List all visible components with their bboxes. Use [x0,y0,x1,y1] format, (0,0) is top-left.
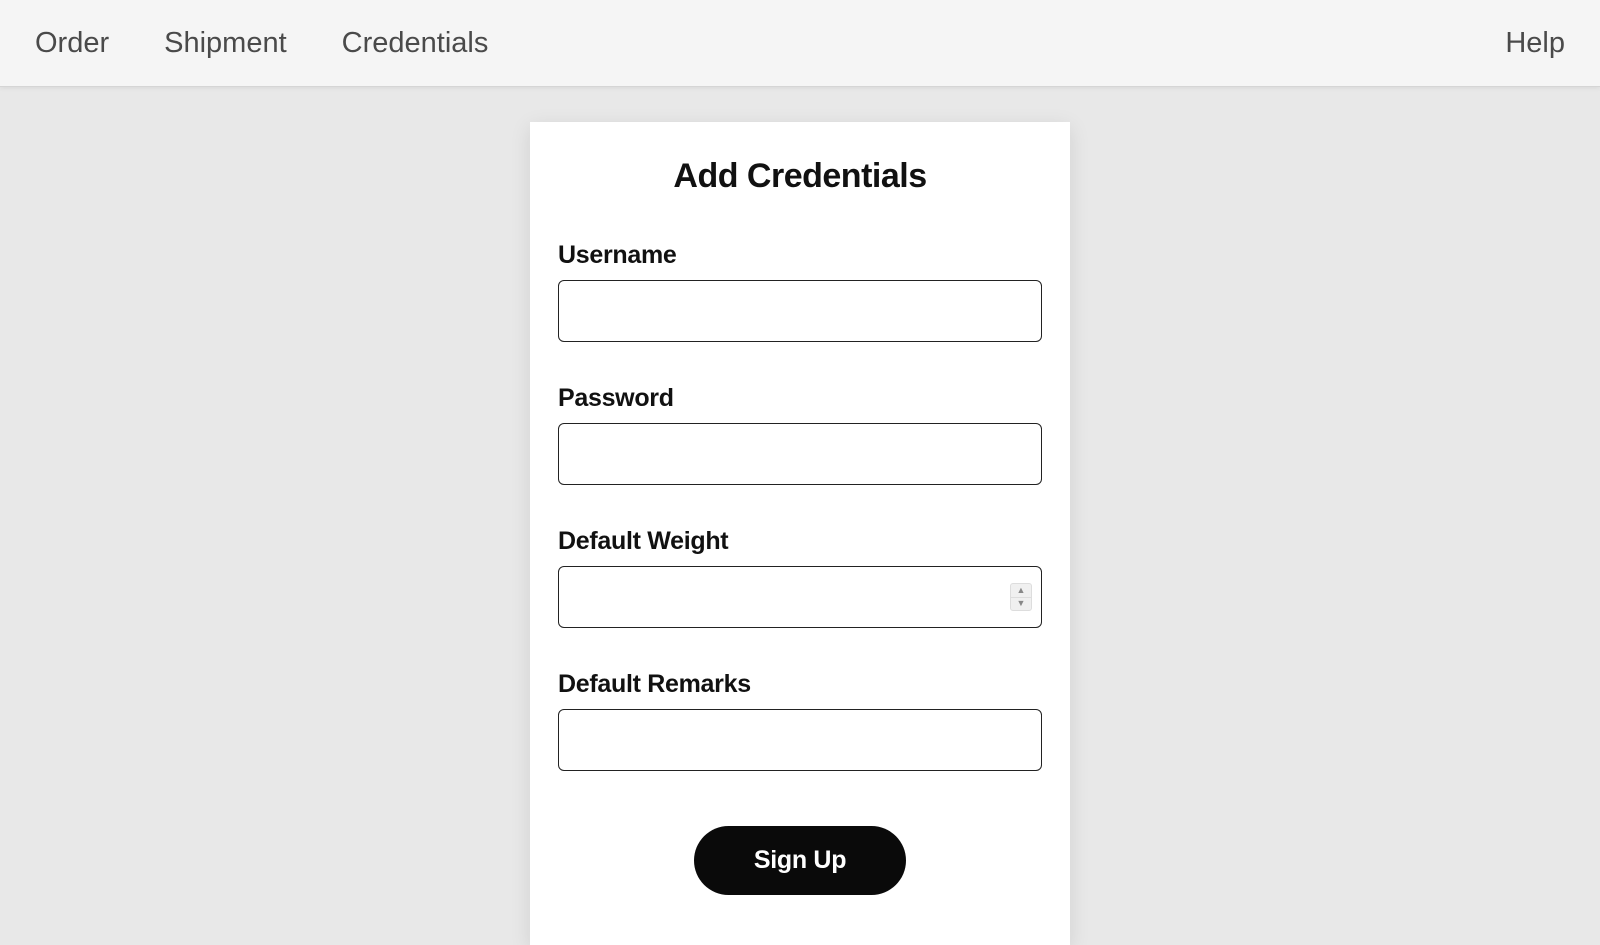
nav-item-credentials[interactable]: Credentials [342,27,489,60]
stepper-down-button[interactable]: ▼ [1011,598,1031,611]
nav-item-shipment[interactable]: Shipment [164,27,287,60]
form-group-default-weight: Default Weight ▲ ▼ [558,527,1042,628]
sign-up-button[interactable]: Sign Up [694,826,906,895]
default-weight-input[interactable] [558,566,1042,628]
nav-item-help[interactable]: Help [1505,27,1565,60]
navbar: Order Shipment Credentials Help [0,0,1600,87]
default-remarks-label: Default Remarks [558,670,1042,699]
form-group-username: Username [558,241,1042,342]
card-container: Add Credentials Username Password Defaul… [0,87,1600,945]
submit-wrapper: Sign Up [558,826,1042,895]
form-group-default-remarks: Default Remarks [558,670,1042,771]
username-label: Username [558,241,1042,270]
number-input-wrapper: ▲ ▼ [558,566,1042,628]
default-remarks-input[interactable] [558,709,1042,771]
chevron-down-icon: ▼ [1017,599,1026,608]
number-stepper: ▲ ▼ [1010,583,1032,611]
card-title: Add Credentials [558,157,1042,196]
default-weight-label: Default Weight [558,527,1042,556]
nav-left: Order Shipment Credentials [35,27,488,60]
form-group-password: Password [558,384,1042,485]
password-input[interactable] [558,423,1042,485]
stepper-up-button[interactable]: ▲ [1011,584,1031,598]
nav-item-order[interactable]: Order [35,27,109,60]
username-input[interactable] [558,280,1042,342]
credentials-card: Add Credentials Username Password Defaul… [530,122,1070,945]
password-label: Password [558,384,1042,413]
chevron-up-icon: ▲ [1017,586,1026,595]
